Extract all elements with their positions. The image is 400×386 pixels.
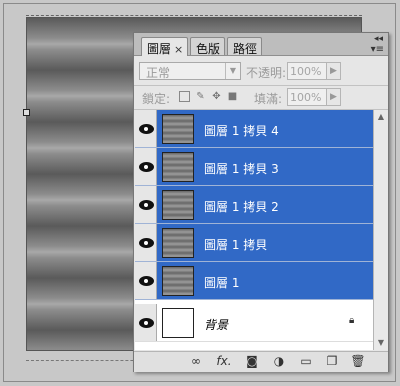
eye-icon [139,238,154,248]
layer-name: 圖層 1 拷貝 3 [204,162,279,176]
opacity-slider-arrow[interactable]: ▶ [327,62,341,80]
layer-row[interactable]: 圖層 1 [135,262,373,300]
layers-panel: 圖層 × 色版 路徑 ◂◂ ▾≡ 正常 ▼ 不透明: 100% ▶ 鎖定: ✎ ✥… [133,32,389,372]
layer-row[interactable]: 圖層 1 拷貝 [135,224,373,262]
panel-menu-icon[interactable]: ▾≡ [371,44,384,55]
folder-icon[interactable]: ▭ [296,353,316,370]
link-icon[interactable]: ∞ [186,353,206,370]
chevron-down-icon: ▼ [225,63,240,79]
lock-all-icon[interactable]: ■ [227,91,238,102]
panel-tab-bar: 圖層 × 色版 路徑 ◂◂ ▾≡ [134,33,388,56]
eye-icon [139,124,154,134]
layer-name: 圖層 1 拷貝 [204,238,268,252]
visibility-toggle[interactable] [135,304,157,341]
layer-row[interactable]: 圖層 1 拷貝 2 [135,186,373,224]
fill-input[interactable]: 100% [287,88,327,106]
layer-row[interactable]: 圖層 1 拷貝 3 [135,148,373,186]
layer-thumbnail [162,266,194,296]
layer-name: 圖層 1 拷貝 4 [204,124,279,138]
layers-scrollbar[interactable]: ▲ ▼ [373,110,388,350]
fx-icon[interactable]: fx. [214,353,234,370]
lock-label: 鎖定: [142,92,171,106]
eye-icon [139,200,154,210]
mask-icon[interactable]: ◙ [242,353,262,370]
adjustment-icon[interactable]: ◑ [269,353,289,370]
document-top-edge [26,15,362,16]
layer-name: 圖層 1 拷貝 2 [204,200,279,214]
new-layer-icon[interactable]: ❐ [322,353,342,370]
layer-name: 背景 [204,318,229,332]
layer-row-background[interactable]: 背景 🔒︎ [135,304,373,342]
eye-icon [139,162,154,172]
tab-layers-label: 圖層 [147,42,172,56]
blend-mode-value: 正常 [146,66,171,80]
lock-transparent-icon[interactable] [179,91,190,102]
eye-icon [139,276,154,286]
visibility-toggle[interactable] [135,224,157,261]
visibility-toggle[interactable] [135,148,157,185]
layer-row[interactable]: 圖層 1 拷貝 4 [135,110,373,148]
tab-paths[interactable]: 路徑 [227,37,263,56]
scroll-up-icon[interactable]: ▲ [374,110,388,124]
tab-channels-label: 色版 [196,42,221,56]
tab-channels[interactable]: 色版 [190,37,226,56]
close-icon[interactable]: × [174,43,183,56]
tab-paths-label: 路徑 [233,42,258,56]
layer-name: 圖層 1 [204,276,240,290]
opacity-input[interactable]: 100% [287,62,327,80]
layers-toolbar: ∞ fx. ◙ ◑ ▭ ❐ 🗑︎ [134,351,388,372]
trash-icon[interactable]: 🗑︎ [348,353,368,370]
collapse-icon[interactable]: ◂◂ [374,34,383,44]
transform-handle[interactable] [23,109,30,116]
blend-mode-select[interactable]: 正常 ▼ [139,62,241,80]
eye-icon [139,318,154,328]
layer-thumbnail [162,190,194,220]
scroll-down-icon[interactable]: ▼ [374,336,388,350]
lock-icon: 🔒︎ [349,315,355,326]
layer-thumbnail [162,308,194,338]
layer-thumbnail [162,152,194,182]
visibility-toggle[interactable] [135,262,157,299]
layer-thumbnail [162,228,194,258]
fill-slider-arrow[interactable]: ▶ [327,88,341,106]
lock-image-brush-icon[interactable]: ✎ [195,91,206,102]
visibility-toggle[interactable] [135,110,157,147]
divider [134,85,388,86]
layers-list: 圖層 1 拷貝 4 圖層 1 拷貝 3 圖層 1 拷貝 2 圖層 1 拷貝 圖層… [135,110,373,350]
tab-layers[interactable]: 圖層 × [141,37,189,56]
lock-position-move-icon[interactable]: ✥ [211,91,222,102]
opacity-label: 不透明: [246,66,287,80]
visibility-toggle[interactable] [135,186,157,223]
fill-label: 填滿: [254,92,283,106]
layer-thumbnail [162,114,194,144]
